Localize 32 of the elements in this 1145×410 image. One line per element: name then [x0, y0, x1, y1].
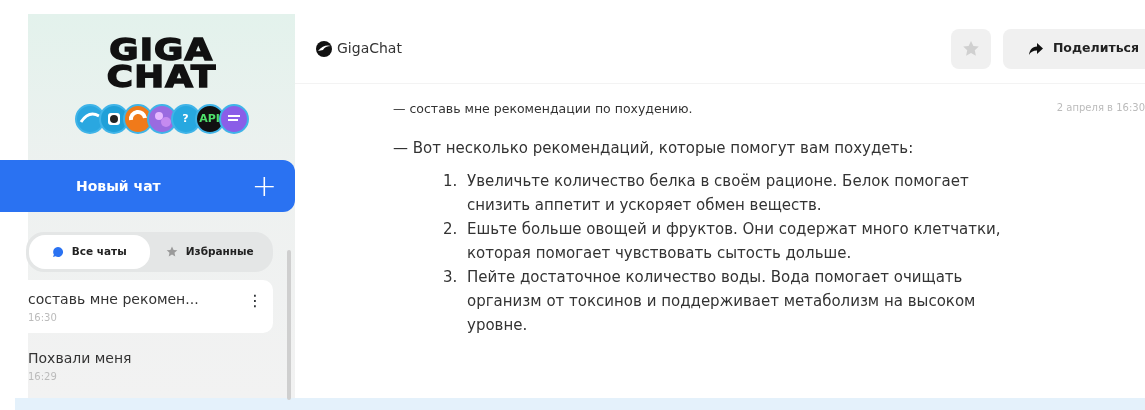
answer-line: снизить аппетит и ускоряет обмен веществ.	[467, 195, 823, 217]
question-text: — составь мне рекомендации по похудению.	[393, 100, 693, 118]
message-time: 2 апреля в 16:30	[1056, 101, 1145, 115]
chat-bubble-icon	[51, 246, 64, 258]
chat-title: GigaChat	[337, 39, 402, 58]
new-chat-button[interactable]: Новый чат +	[0, 160, 295, 212]
answer-line: Ешьте больше овощей и фруктов. Они содержат много клетчатки,	[467, 219, 1001, 241]
logo-text: GIGA	[109, 36, 214, 63]
gigachat-logo-icon	[315, 39, 333, 58]
tab[interactable]: Все чаты	[29, 235, 150, 269]
chat-time: 16:30	[28, 311, 58, 325]
star-icon	[165, 246, 178, 258]
share-arrow-icon	[1028, 42, 1043, 55]
more-button[interactable]: ⋮	[247, 289, 263, 325]
answer-line: организм от токсинов и поддерживает метаболизм на высоком	[467, 291, 976, 313]
favorite-button[interactable]	[950, 28, 991, 69]
chat-title: Похвали меня	[28, 349, 132, 368]
star-icon	[961, 39, 980, 58]
list-number: 3.	[443, 267, 459, 289]
list-number: 1.	[443, 171, 459, 193]
answer-line: которая помогает чувствовать сытость дольше.	[467, 243, 853, 265]
plus-icon: +	[251, 171, 277, 201]
answer-line: Увеличьте количество белка в своём рационе. Белок помогает	[467, 171, 969, 193]
answer-text: — Вот несколько рекомендаций, которые помогут вам похудеть:	[393, 137, 915, 159]
tab[interactable]: Избранные	[149, 235, 270, 269]
logo-text: CHAT	[106, 63, 217, 90]
chat-item[interactable]: составь мне рекомен... 16:30 ⋮	[28, 280, 273, 333]
share-button[interactable]: Поделиться	[1002, 28, 1145, 69]
chat-title: составь мне рекомен...	[28, 290, 199, 309]
list-number: 2.	[443, 219, 459, 241]
answer-line: Пейте достаточное количество воды. Вода помогает очищать	[467, 267, 964, 289]
answer-line: уровне.	[467, 315, 529, 337]
